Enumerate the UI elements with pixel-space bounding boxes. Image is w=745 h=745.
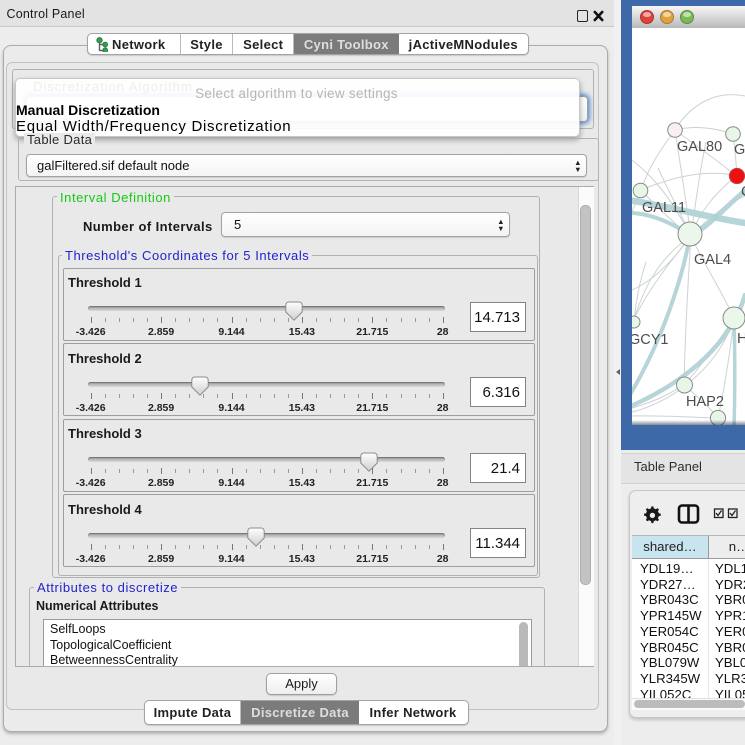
svg-text:GAL80: GAL80 (677, 139, 722, 155)
svg-text:GAL4: GAL4 (694, 252, 731, 268)
svg-text:H: H (737, 331, 745, 347)
svg-text:HAP2: HAP2 (686, 394, 724, 410)
svg-text:GCY1: GCY1 (632, 332, 669, 348)
svg-text:GA: GA (734, 142, 745, 158)
svg-text:C: C (741, 184, 745, 200)
svg-text:GAL11: GAL11 (642, 200, 686, 216)
